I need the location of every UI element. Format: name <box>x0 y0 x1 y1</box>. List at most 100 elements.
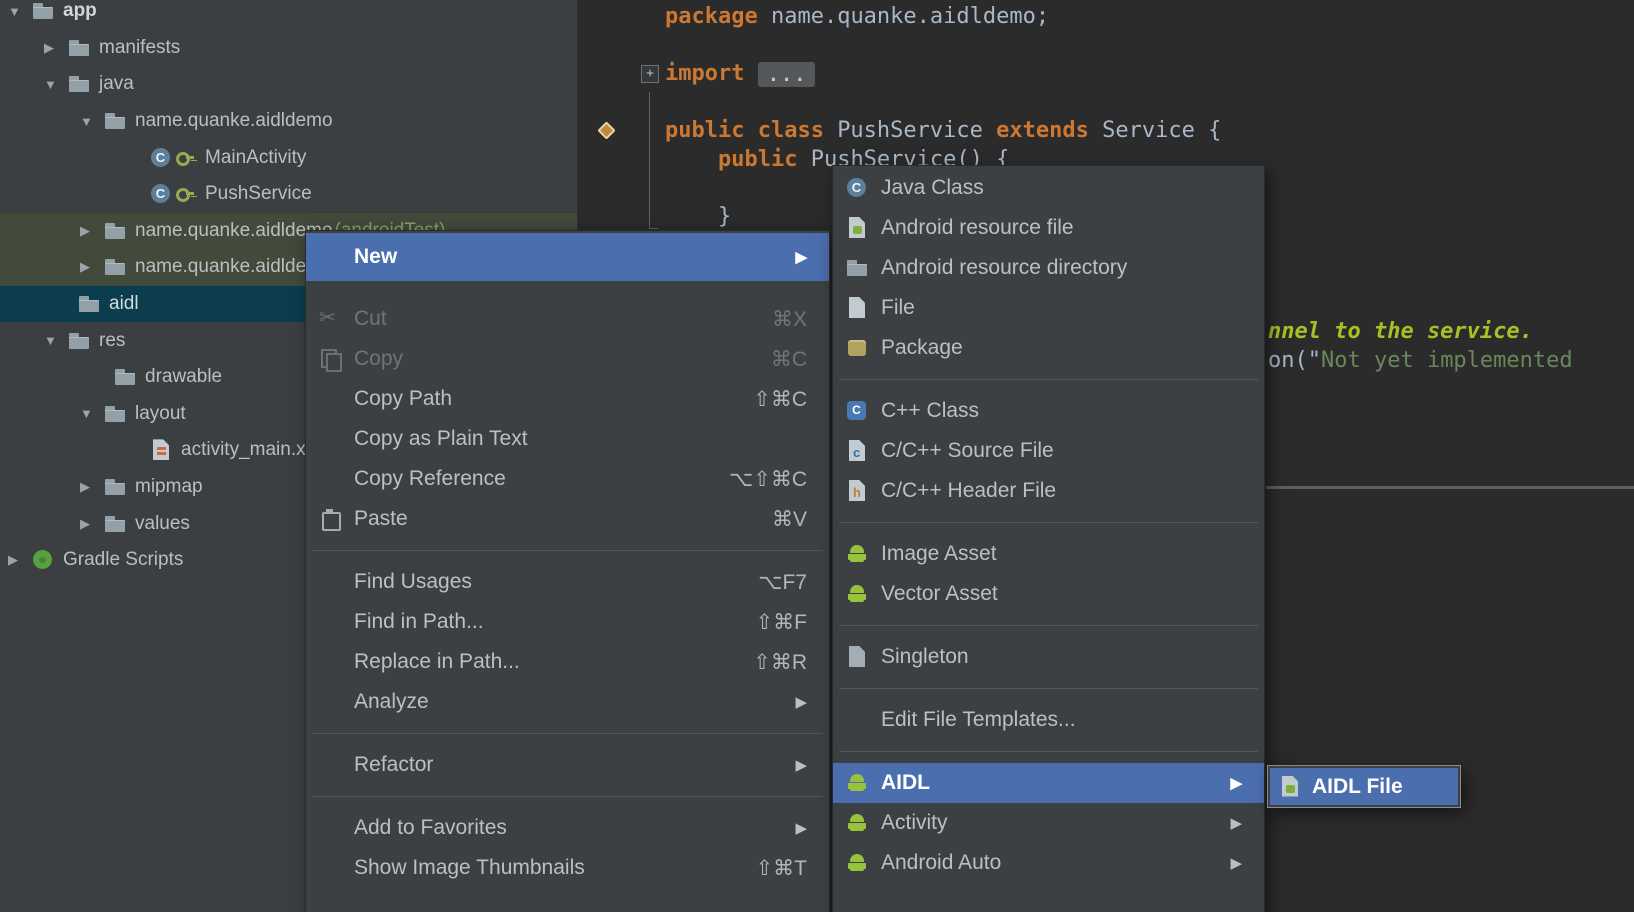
menu-item-shortcut: ⇧⌘T <box>756 856 807 881</box>
menu-item-label: Android resource directory <box>881 256 1127 280</box>
tree-item-mainactivity[interactable]: MainActivity <box>0 139 577 176</box>
chevron-down-icon[interactable]: ▼ <box>41 77 67 92</box>
key-icon <box>173 182 197 206</box>
menu-item-label: Package <box>881 336 963 360</box>
menu-item-cut[interactable]: Cut⌘X <box>306 299 829 339</box>
code-token: name.quanke.aidldemo; <box>771 4 1049 29</box>
menu-item-android-auto[interactable]: Android Auto▶ <box>833 843 1264 883</box>
droid-icon <box>845 851 869 875</box>
chevron-right-icon[interactable]: ▶ <box>77 479 103 495</box>
folder-icon <box>103 109 127 133</box>
menu-item-new[interactable]: New▶ <box>306 233 829 281</box>
menu-item-refactor[interactable]: Refactor▶ <box>306 745 829 785</box>
menu-item-copy-reference[interactable]: Copy Reference ⌥⇧⌘C <box>306 459 829 499</box>
menu-item-label: New <box>354 245 397 269</box>
gradle-icon <box>31 548 55 572</box>
page-droid-icon <box>845 216 869 240</box>
menu-item-copy[interactable]: Copy⌘C <box>306 339 829 379</box>
chevron-right-icon[interactable]: ▶ <box>77 516 103 532</box>
code-token: PushService <box>837 118 996 143</box>
tree-item-label: name.quanke.aidldemo <box>135 220 333 242</box>
menu-item-singleton[interactable]: Singleton <box>833 637 1264 677</box>
menu-item-paste[interactable]: Paste⌘V <box>306 499 829 539</box>
folder-icon <box>103 512 127 536</box>
menu-item-c-c-header-file[interactable]: C/C++ Header File <box>833 471 1264 511</box>
menu-icon-slot <box>845 582 881 606</box>
tree-item-label: name.quanke.aidldemo <box>135 256 333 278</box>
tree-item-name-quanke-aidldemo[interactable]: ▼name.quanke.aidldemo <box>0 103 577 140</box>
menu-item-android-resource-file[interactable]: Android resource file <box>833 208 1264 248</box>
tree-item-app[interactable]: ▼ app <box>0 0 577 30</box>
tree-item-label: layout <box>135 403 186 425</box>
code-line: public class PushService extends Service… <box>665 117 1221 146</box>
tree-item-label: java <box>99 73 134 95</box>
menu-item-file[interactable]: File <box>833 288 1264 328</box>
chevron-down-icon[interactable]: ▼ <box>41 333 67 348</box>
page-icon <box>845 296 869 320</box>
menu-icon-slot <box>1278 775 1312 799</box>
menu-item-label: Copy Reference <box>354 467 506 491</box>
fold-expand-icon[interactable]: + <box>641 65 659 83</box>
menu-item-package[interactable]: Package <box>833 328 1264 368</box>
code-token: public <box>718 147 811 172</box>
menu-item-label: Vector Asset <box>881 582 998 606</box>
menu-item-analyze[interactable]: Analyze▶ <box>306 682 829 722</box>
menu-icon-slot <box>845 176 881 200</box>
menu-item-find-in-path[interactable]: Find in Path...⇧⌘F <box>306 602 829 642</box>
tree-item-label: Gradle Scripts <box>63 549 183 571</box>
menu-item-shortcut: ⌥F7 <box>758 570 807 595</box>
code-token: package <box>665 4 771 29</box>
menu-item-label: Image Asset <box>881 542 997 566</box>
menu-item-add-to-favorites[interactable]: Add to Favorites▶ <box>306 808 829 848</box>
tree-item-pushservice[interactable]: PushService <box>0 176 577 213</box>
menu-item-shortcut: ⌘X <box>772 307 807 332</box>
menu-item-copy-path[interactable]: Copy Path⇧⌘C <box>306 379 829 419</box>
menu-icon-slot <box>845 439 881 463</box>
menu-item-java-class[interactable]: Java Class <box>833 168 1264 208</box>
menu-item-android-resource-directory[interactable]: Android resource directory <box>833 248 1264 288</box>
menu-icon-slot <box>845 851 881 875</box>
menu-item-aidl-file[interactable]: AIDL File <box>1270 768 1458 805</box>
droid-icon <box>845 582 869 606</box>
tree-item-label: values <box>135 513 190 535</box>
menu-item-aidl[interactable]: AIDL▶ <box>833 763 1264 803</box>
menu-item-shortcut: ⌥⇧⌘C <box>729 467 807 492</box>
class-gutter-icon <box>597 121 617 141</box>
menu-item-find-usages[interactable]: Find Usages ⌥F7 <box>306 562 829 602</box>
code-line: } <box>665 203 731 232</box>
folder-icon <box>67 72 91 96</box>
menu-item-c-c-source-file[interactable]: C/C++ Source File <box>833 431 1264 471</box>
submenu-arrow-icon: ▶ <box>1230 854 1242 872</box>
page-c-icon <box>845 439 869 463</box>
tree-item-label: app <box>63 0 97 22</box>
folder-icon <box>103 219 127 243</box>
method-separator-line <box>1266 486 1634 489</box>
page-dark-icon <box>845 645 869 669</box>
folder-app-icon <box>31 0 55 23</box>
menu-item-vector-asset[interactable]: Vector Asset <box>833 574 1264 614</box>
menu-item-activity[interactable]: Activity▶ <box>833 803 1264 843</box>
chevron-down-icon[interactable]: ▼ <box>77 406 103 421</box>
chevron-down-icon[interactable]: ▼ <box>77 114 103 129</box>
menu-item-label: Edit File Templates... <box>881 708 1076 732</box>
chevron-right-icon[interactable]: ▶ <box>41 40 67 56</box>
chevron-right-icon[interactable]: ▶ <box>77 223 103 239</box>
menu-item-shortcut: ⇧⌘C <box>753 387 807 412</box>
menu-item-label: Paste <box>354 507 408 531</box>
menu-item-replace-in-path[interactable]: Replace in Path...⇧⌘R <box>306 642 829 682</box>
menu-item-c-class[interactable]: C++ Class <box>833 391 1264 431</box>
chevron-down-icon[interactable]: ▼ <box>5 4 31 19</box>
tree-item-manifests[interactable]: ▶manifests <box>0 30 577 67</box>
aidl-submenu: AIDL File <box>1267 765 1461 808</box>
menu-item-image-asset[interactable]: Image Asset <box>833 534 1264 574</box>
menu-item-copy-as-plain-text[interactable]: Copy as Plain Text <box>306 419 829 459</box>
chevron-right-icon[interactable]: ▶ <box>77 259 103 275</box>
menu-item-edit-file-templates[interactable]: Edit File Templates... <box>833 700 1264 740</box>
chevron-right-icon[interactable]: ▶ <box>5 552 31 568</box>
menu-item-label: C/C++ Header File <box>881 479 1056 503</box>
menu-item-label: Find Usages <box>354 570 472 594</box>
folder-icon <box>77 292 101 316</box>
droid-icon <box>845 811 869 835</box>
tree-item-java[interactable]: ▼ java <box>0 66 577 103</box>
menu-item-show-image-thumbnails[interactable]: Show Image Thumbnails⇧⌘T <box>306 848 829 888</box>
